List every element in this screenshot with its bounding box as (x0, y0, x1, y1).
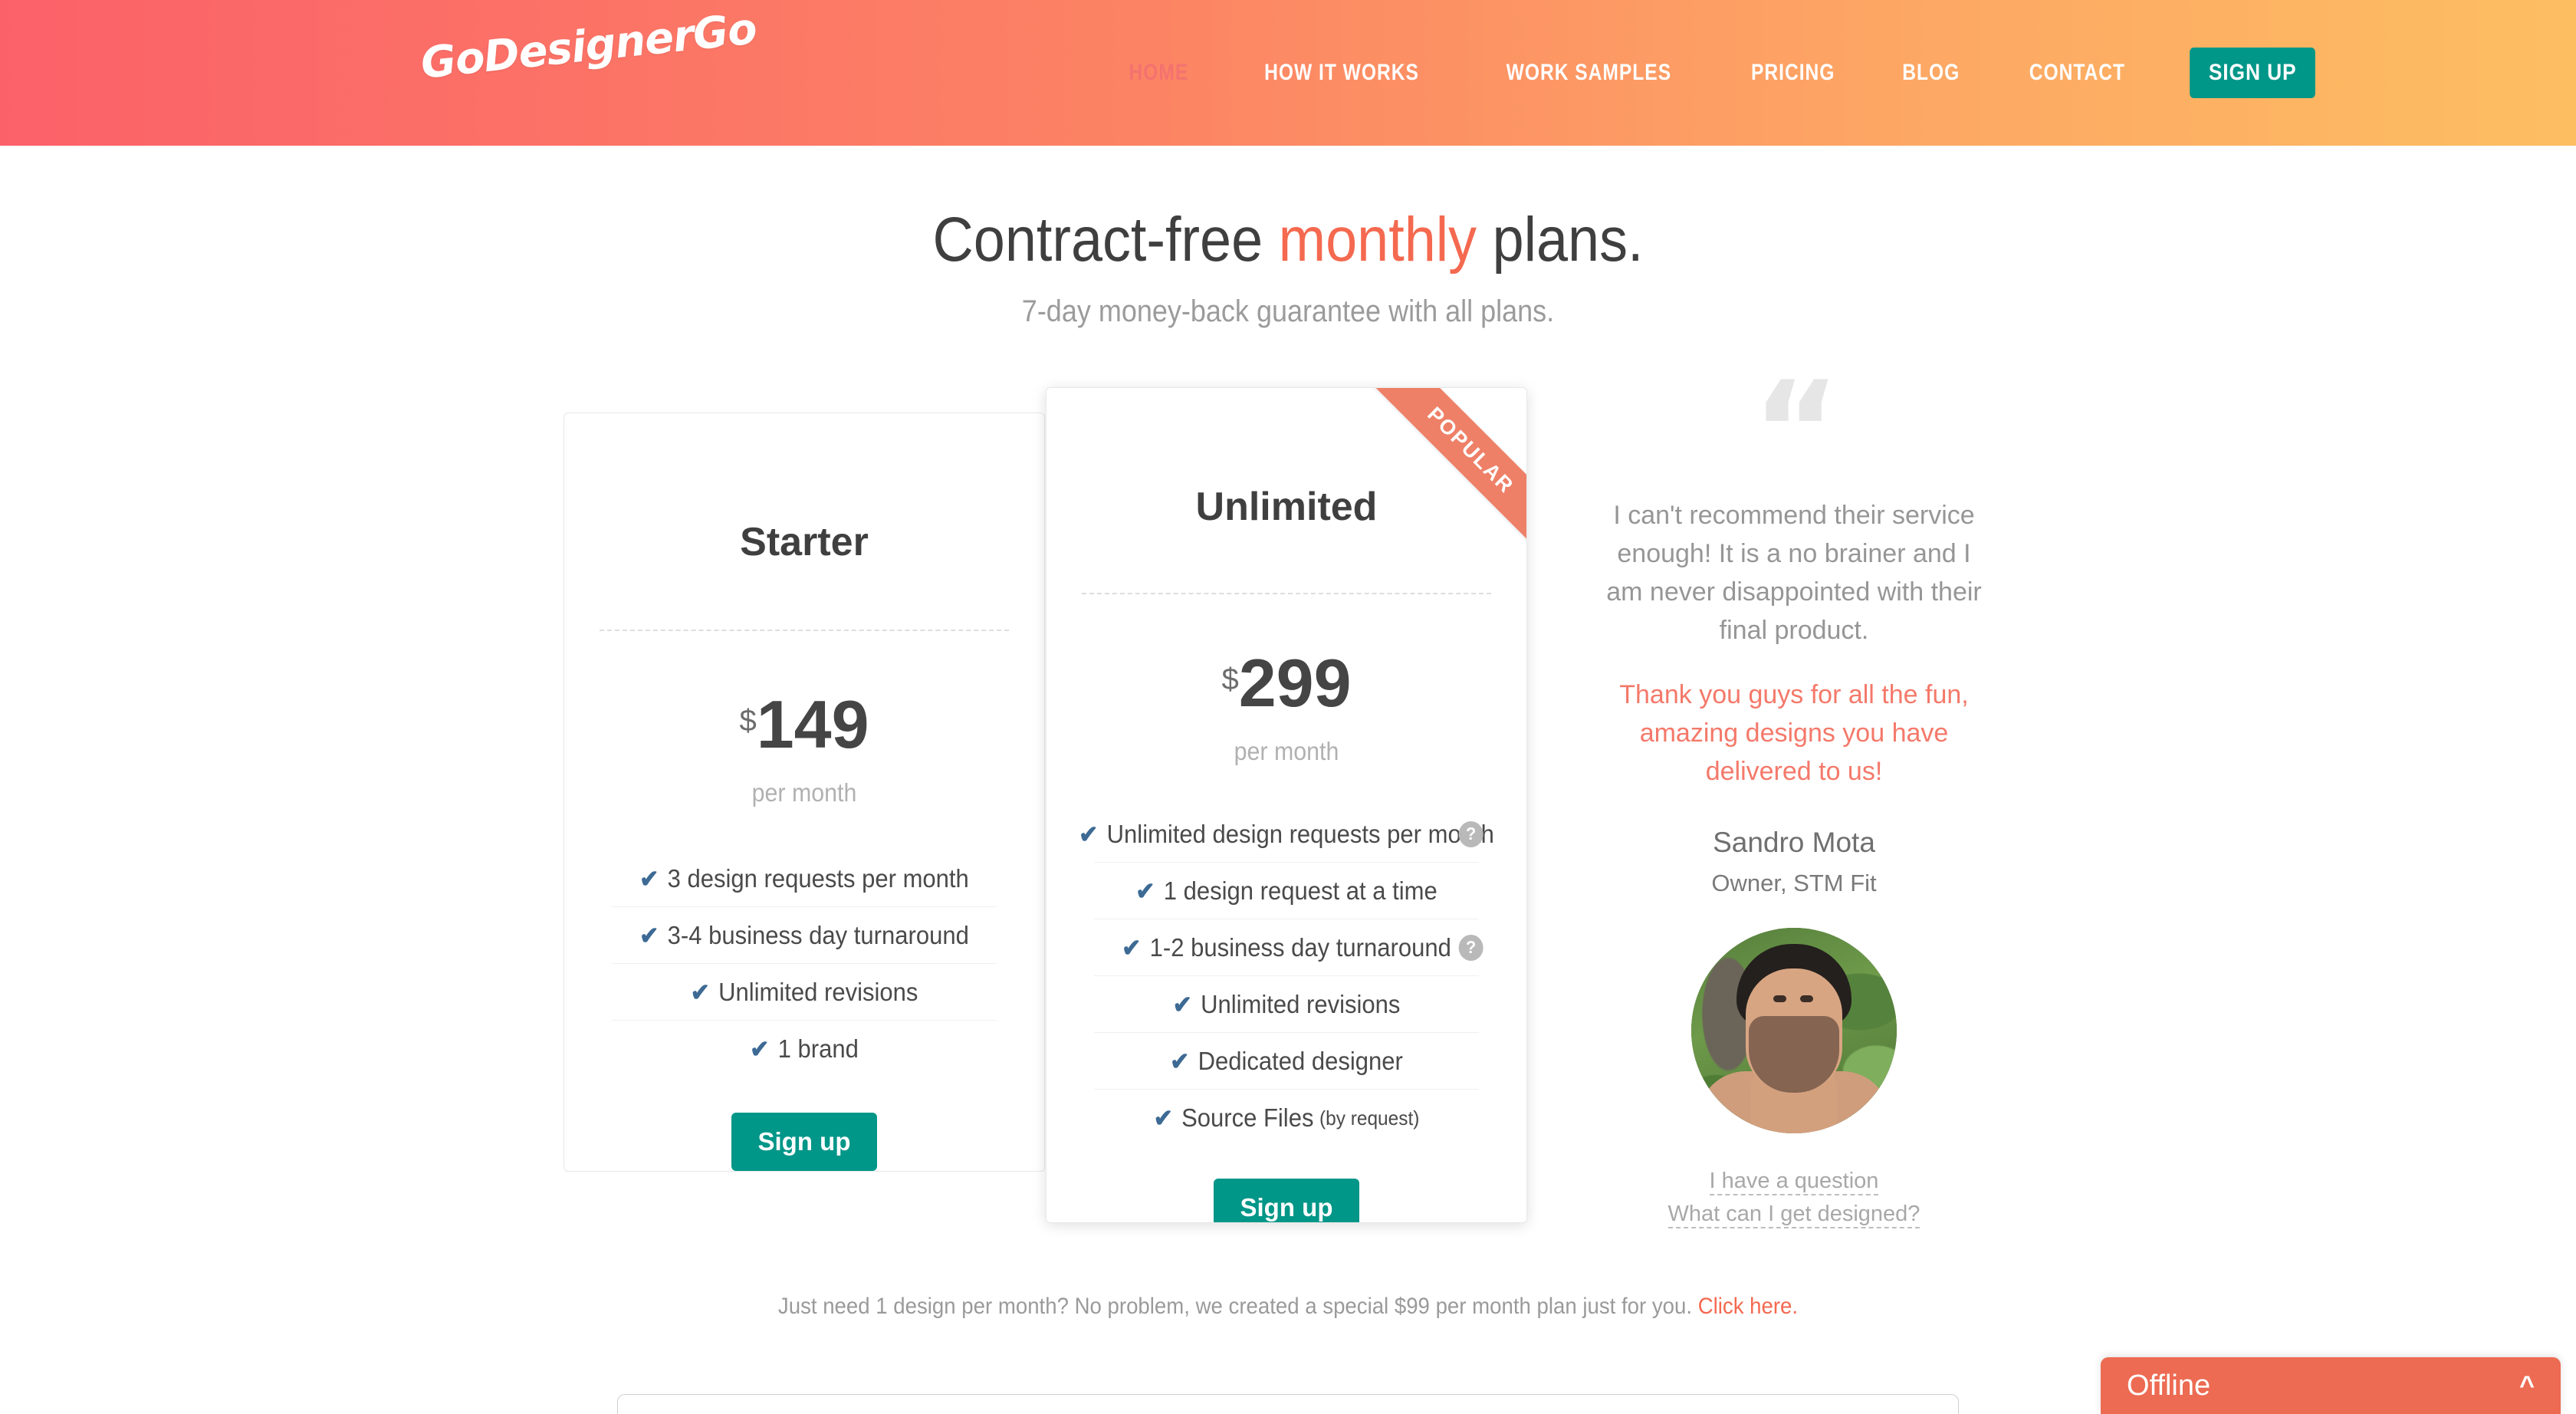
bottom-panel (617, 1394, 1959, 1414)
check-icon: ✔ (690, 978, 710, 1006)
feature-label: Unlimited revisions (718, 977, 918, 1006)
plan-period: per month (1234, 737, 1339, 765)
plan-name: Starter (740, 520, 869, 564)
plan-period: per month (751, 778, 857, 807)
starter-signup-button[interactable]: Sign up (731, 1113, 877, 1171)
plan-card-starter: Starter $149 per month ✔ 3 design reques… (564, 413, 1045, 1172)
divider (1082, 593, 1491, 594)
testimonial-author-name: Sandro Mota (1713, 826, 1875, 858)
check-icon: ✔ (639, 921, 659, 949)
feature-label: 1 brand (777, 1034, 859, 1063)
plan-price-block: $299 per month (1046, 649, 1526, 766)
plan-price: $299 (1046, 649, 1526, 717)
plan-feature-list: ✔ Unlimited design requests per month ? … (1079, 806, 1494, 1146)
check-icon: ✔ (750, 1035, 770, 1063)
help-icon[interactable]: ? (1458, 934, 1484, 961)
feature-item: ✔ 1-2 business day turnaround ? (1094, 919, 1484, 976)
feature-item: ✔ Dedicated designer (1094, 1033, 1479, 1090)
pricing-cards: Starter $149 per month ✔ 3 design reques… (0, 0, 2576, 1414)
avatar (1691, 927, 1897, 1133)
chat-status-label: Offline (2127, 1369, 2211, 1402)
testimonial-section: “ I can't recommend their service enough… (1602, 354, 1986, 1235)
currency-symbol: $ (739, 704, 757, 738)
pricing-page: GoDesignerGo HOME HOW IT WORKS WORK SAMP… (0, 0, 2576, 1414)
check-icon: ✔ (1079, 820, 1099, 848)
feature-label: 3-4 business day turnaround (667, 920, 969, 949)
plan-card-unlimited: POPULAR Unlimited $299 per month ✔ Unlim… (1046, 387, 1527, 1223)
check-icon: ✔ (639, 864, 659, 893)
plan-feature-list: ✔ 3 design requests per month ✔ 3-4 busi… (600, 850, 1009, 1077)
feature-label: 1-2 business day turnaround (1149, 932, 1451, 962)
chevron-up-icon[interactable]: ^ (2519, 1373, 2535, 1399)
feature-item: ✔ Unlimited revisions (1094, 976, 1479, 1033)
check-icon: ✔ (1153, 1104, 1173, 1132)
bottom-note-text: Just need 1 design per month? No problem… (777, 1294, 1698, 1319)
link-have-a-question[interactable]: I have a question (1709, 1169, 1879, 1195)
feature-item: ✔ 1 brand (612, 1021, 997, 1077)
testimonial-highlight: Thank you guys for all the fun, amazing … (1619, 679, 1969, 786)
feature-label: Dedicated designer (1198, 1046, 1403, 1075)
feature-item: ✔ Unlimited revisions (612, 964, 997, 1021)
feature-sublabel: (by request) (1319, 1106, 1420, 1130)
check-icon: ✔ (1170, 1047, 1190, 1075)
help-icon[interactable]: ? (1458, 820, 1484, 847)
check-icon: ✔ (1135, 876, 1155, 905)
plan-price-block: $149 per month (564, 691, 1044, 807)
check-icon: ✔ (1122, 933, 1142, 962)
currency-symbol: $ (1221, 663, 1239, 696)
bottom-note-link[interactable]: Click here. (1698, 1294, 1798, 1319)
feature-label: 3 design requests per month (667, 863, 969, 893)
feature-item: ✔ 3 design requests per month (612, 850, 997, 907)
bottom-note: Just need 1 design per month? No problem… (103, 1294, 2472, 1320)
check-icon: ✔ (1172, 990, 1192, 1018)
feature-label: Source Files (1181, 1103, 1314, 1132)
price-amount: 299 (1238, 645, 1352, 721)
chat-widget[interactable]: Offline ^ (2101, 1357, 2561, 1414)
feature-label: 1 design request at a time (1163, 876, 1438, 905)
link-what-can-i-get-designed[interactable]: What can I get designed? (1668, 1202, 1921, 1228)
avatar-eye-right (1800, 995, 1814, 1003)
testimonial-links: I have a question What can I get designe… (1602, 1169, 1986, 1228)
popular-ribbon: POPULAR (1365, 388, 1526, 557)
price-amount: 149 (756, 686, 869, 762)
feature-item: ✔ 1 design request at a time (1094, 863, 1479, 919)
plan-name: Unlimited (1195, 485, 1378, 529)
avatar-eye-left (1773, 995, 1787, 1003)
testimonial-author-role: Owner, STM Fit (1711, 869, 1877, 896)
feature-item: ✔ Unlimited design requests per month ? (1079, 806, 1494, 863)
feature-item: ✔ 3-4 business day turnaround (612, 907, 997, 964)
unlimited-signup-button[interactable]: Sign up (1214, 1179, 1359, 1222)
plan-price: $149 (564, 691, 1044, 758)
quote-icon: “ (1752, 354, 1840, 509)
divider (600, 630, 1009, 631)
feature-label: Unlimited design requests per month (1106, 819, 1494, 848)
feature-label: Unlimited revisions (1201, 989, 1401, 1018)
testimonial-body: I can't recommend their service enough! … (1606, 501, 1982, 645)
feature-item: ✔ Source Files (by request) (1094, 1090, 1479, 1146)
